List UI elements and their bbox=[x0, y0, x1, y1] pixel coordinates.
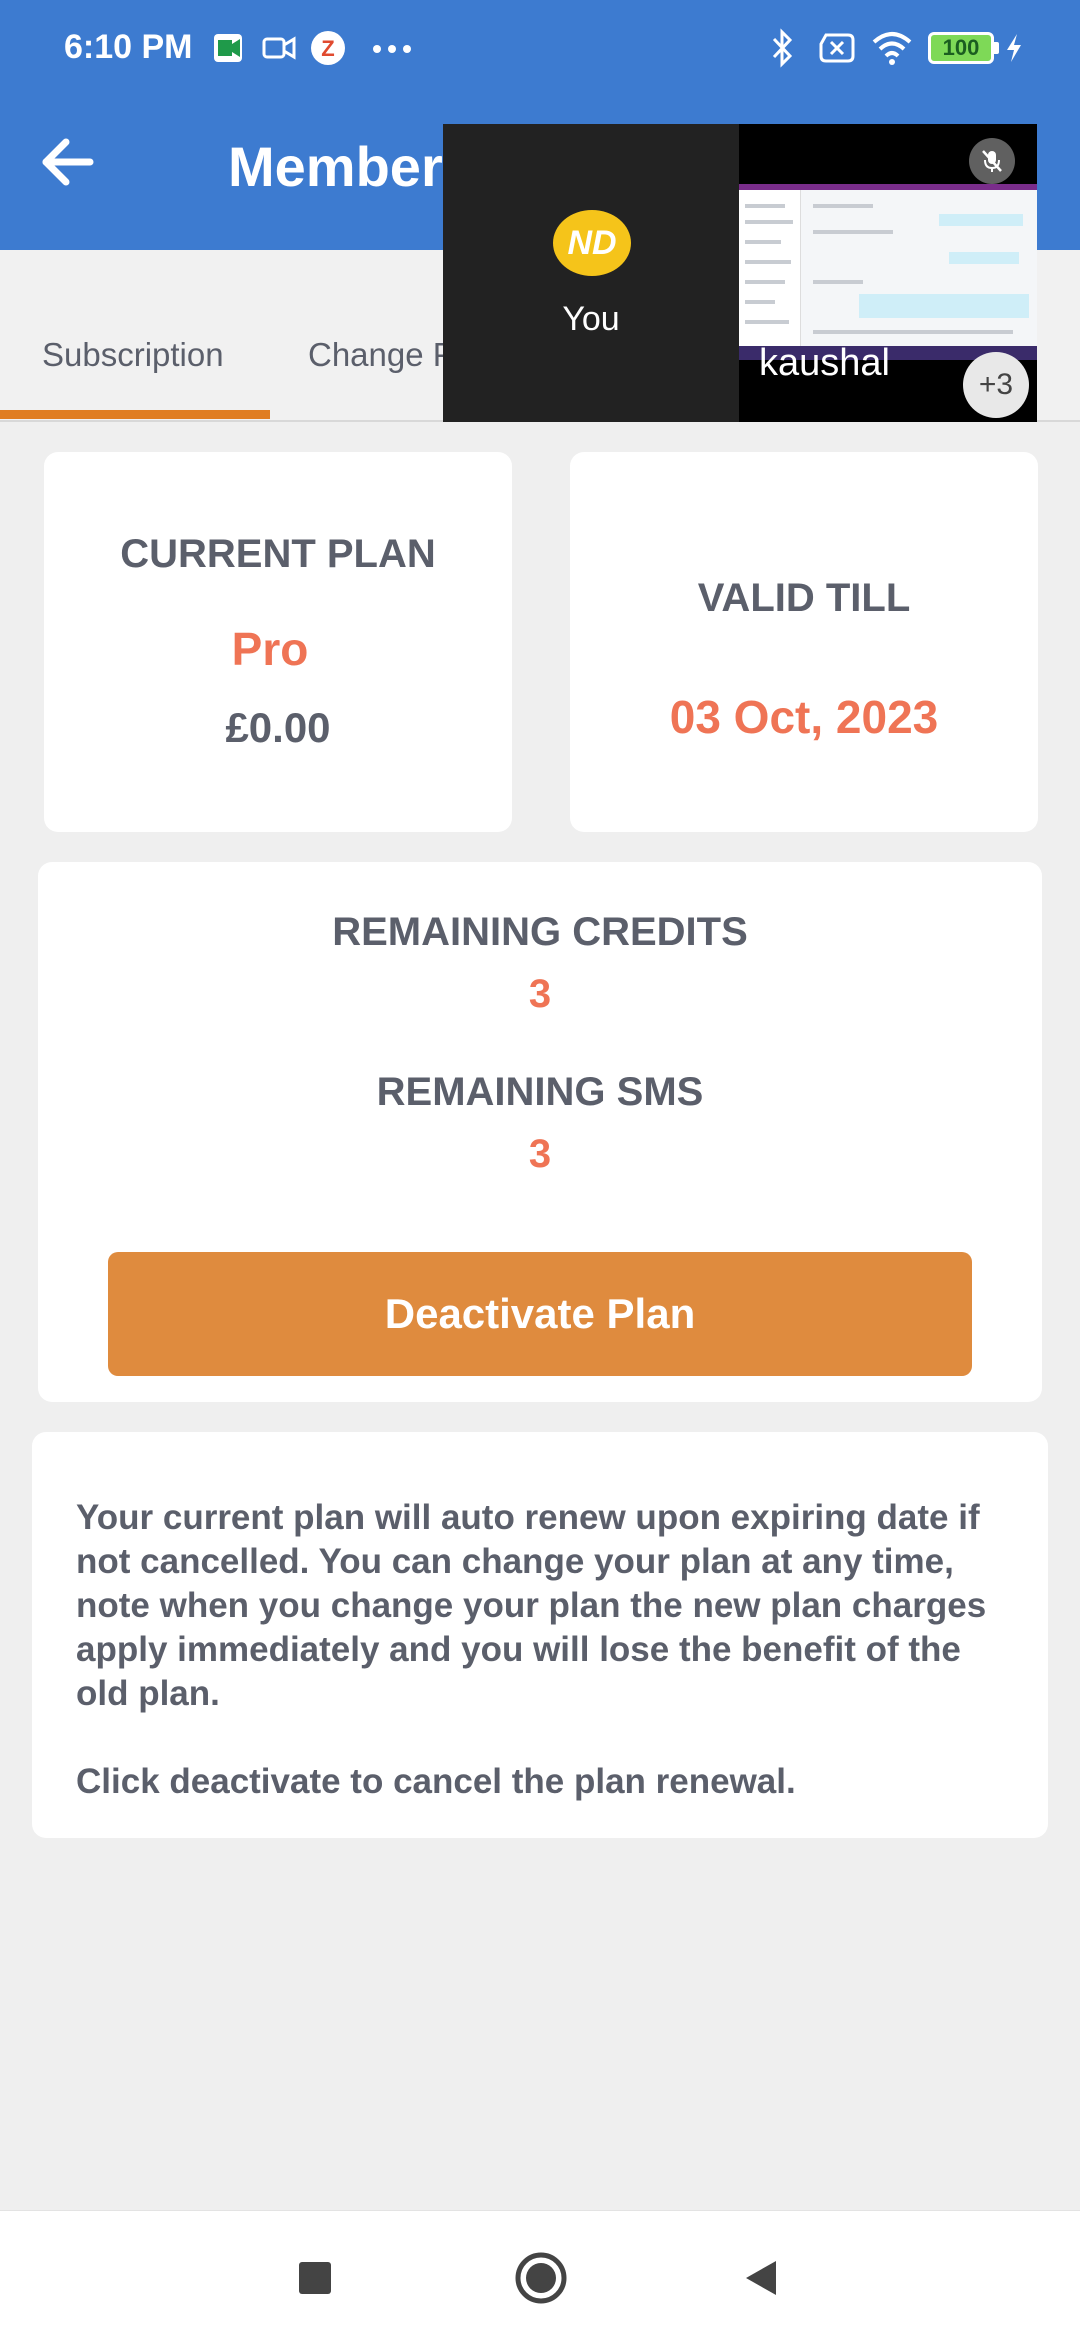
plan-price: £0.00 bbox=[225, 704, 331, 751]
status-bar: 6:10 PM Z 100 bbox=[0, 0, 1080, 100]
tab-change-plan[interactable]: Change P bbox=[308, 336, 455, 374]
self-video-tile[interactable]: ND You bbox=[443, 124, 739, 422]
remaining-credits-label: REMAINING CREDITS bbox=[332, 910, 748, 954]
current-plan-label: CURRENT PLAN bbox=[120, 532, 436, 576]
back-arrow-icon[interactable] bbox=[36, 130, 100, 194]
zoho-icon: Z bbox=[311, 31, 345, 65]
meet-icon bbox=[214, 34, 242, 62]
info-paragraph-deactivate: Click deactivate to cancel the plan rene… bbox=[76, 1762, 796, 1801]
info-text: Your current plan will auto renew upon e… bbox=[76, 1496, 1016, 1848]
deactivate-plan-button[interactable]: Deactivate Plan bbox=[108, 1252, 972, 1376]
active-tab-indicator bbox=[0, 410, 270, 419]
back-triangle-icon[interactable] bbox=[744, 2259, 778, 2297]
charging-icon bbox=[1007, 34, 1021, 62]
valid-till-card: VALID TILL 03 Oct, 2023 bbox=[570, 452, 1038, 832]
shared-screen-thumbnail bbox=[739, 184, 1037, 360]
plan-name: Pro bbox=[231, 623, 309, 675]
battery-level: 100 bbox=[942, 35, 980, 60]
remaining-sms-value: 3 bbox=[528, 1132, 552, 1176]
tab-subscription[interactable]: Subscription bbox=[42, 336, 224, 374]
muted-mic-icon bbox=[969, 138, 1015, 184]
status-time: 6:10 PM bbox=[64, 28, 193, 66]
recents-square-icon[interactable] bbox=[298, 2261, 332, 2295]
info-paragraph-renewal: Your current plan will auto renew upon e… bbox=[76, 1498, 987, 1713]
more-dots-icon bbox=[373, 45, 411, 53]
no-sim-icon bbox=[819, 33, 855, 63]
self-avatar: ND bbox=[553, 210, 631, 276]
remote-video-tile[interactable]: kaushal +3 bbox=[739, 124, 1037, 422]
self-label: You bbox=[562, 300, 620, 338]
valid-till-date: 03 Oct, 2023 bbox=[669, 691, 939, 743]
home-circle-icon[interactable] bbox=[514, 2251, 568, 2305]
video-icon bbox=[262, 36, 296, 60]
svg-text:Z: Z bbox=[321, 36, 334, 61]
bluetooth-icon bbox=[772, 28, 793, 68]
remaining-credits-value: 3 bbox=[528, 972, 552, 1016]
valid-till-label: VALID TILL bbox=[697, 576, 911, 620]
remote-participant-name: kaushal bbox=[759, 342, 890, 384]
remaining-sms-label: REMAINING SMS bbox=[376, 1070, 704, 1114]
page-title: Members bbox=[228, 135, 458, 198]
system-nav-bar bbox=[0, 2210, 1080, 2340]
wifi-icon bbox=[872, 32, 912, 65]
extra-participants-badge[interactable]: +3 bbox=[963, 352, 1029, 418]
video-call-overlay[interactable]: ND You kaushal +3 bbox=[443, 124, 1037, 422]
current-plan-card: CURRENT PLAN Pro £0.00 bbox=[44, 452, 512, 832]
battery-icon: 100 bbox=[928, 32, 1000, 64]
